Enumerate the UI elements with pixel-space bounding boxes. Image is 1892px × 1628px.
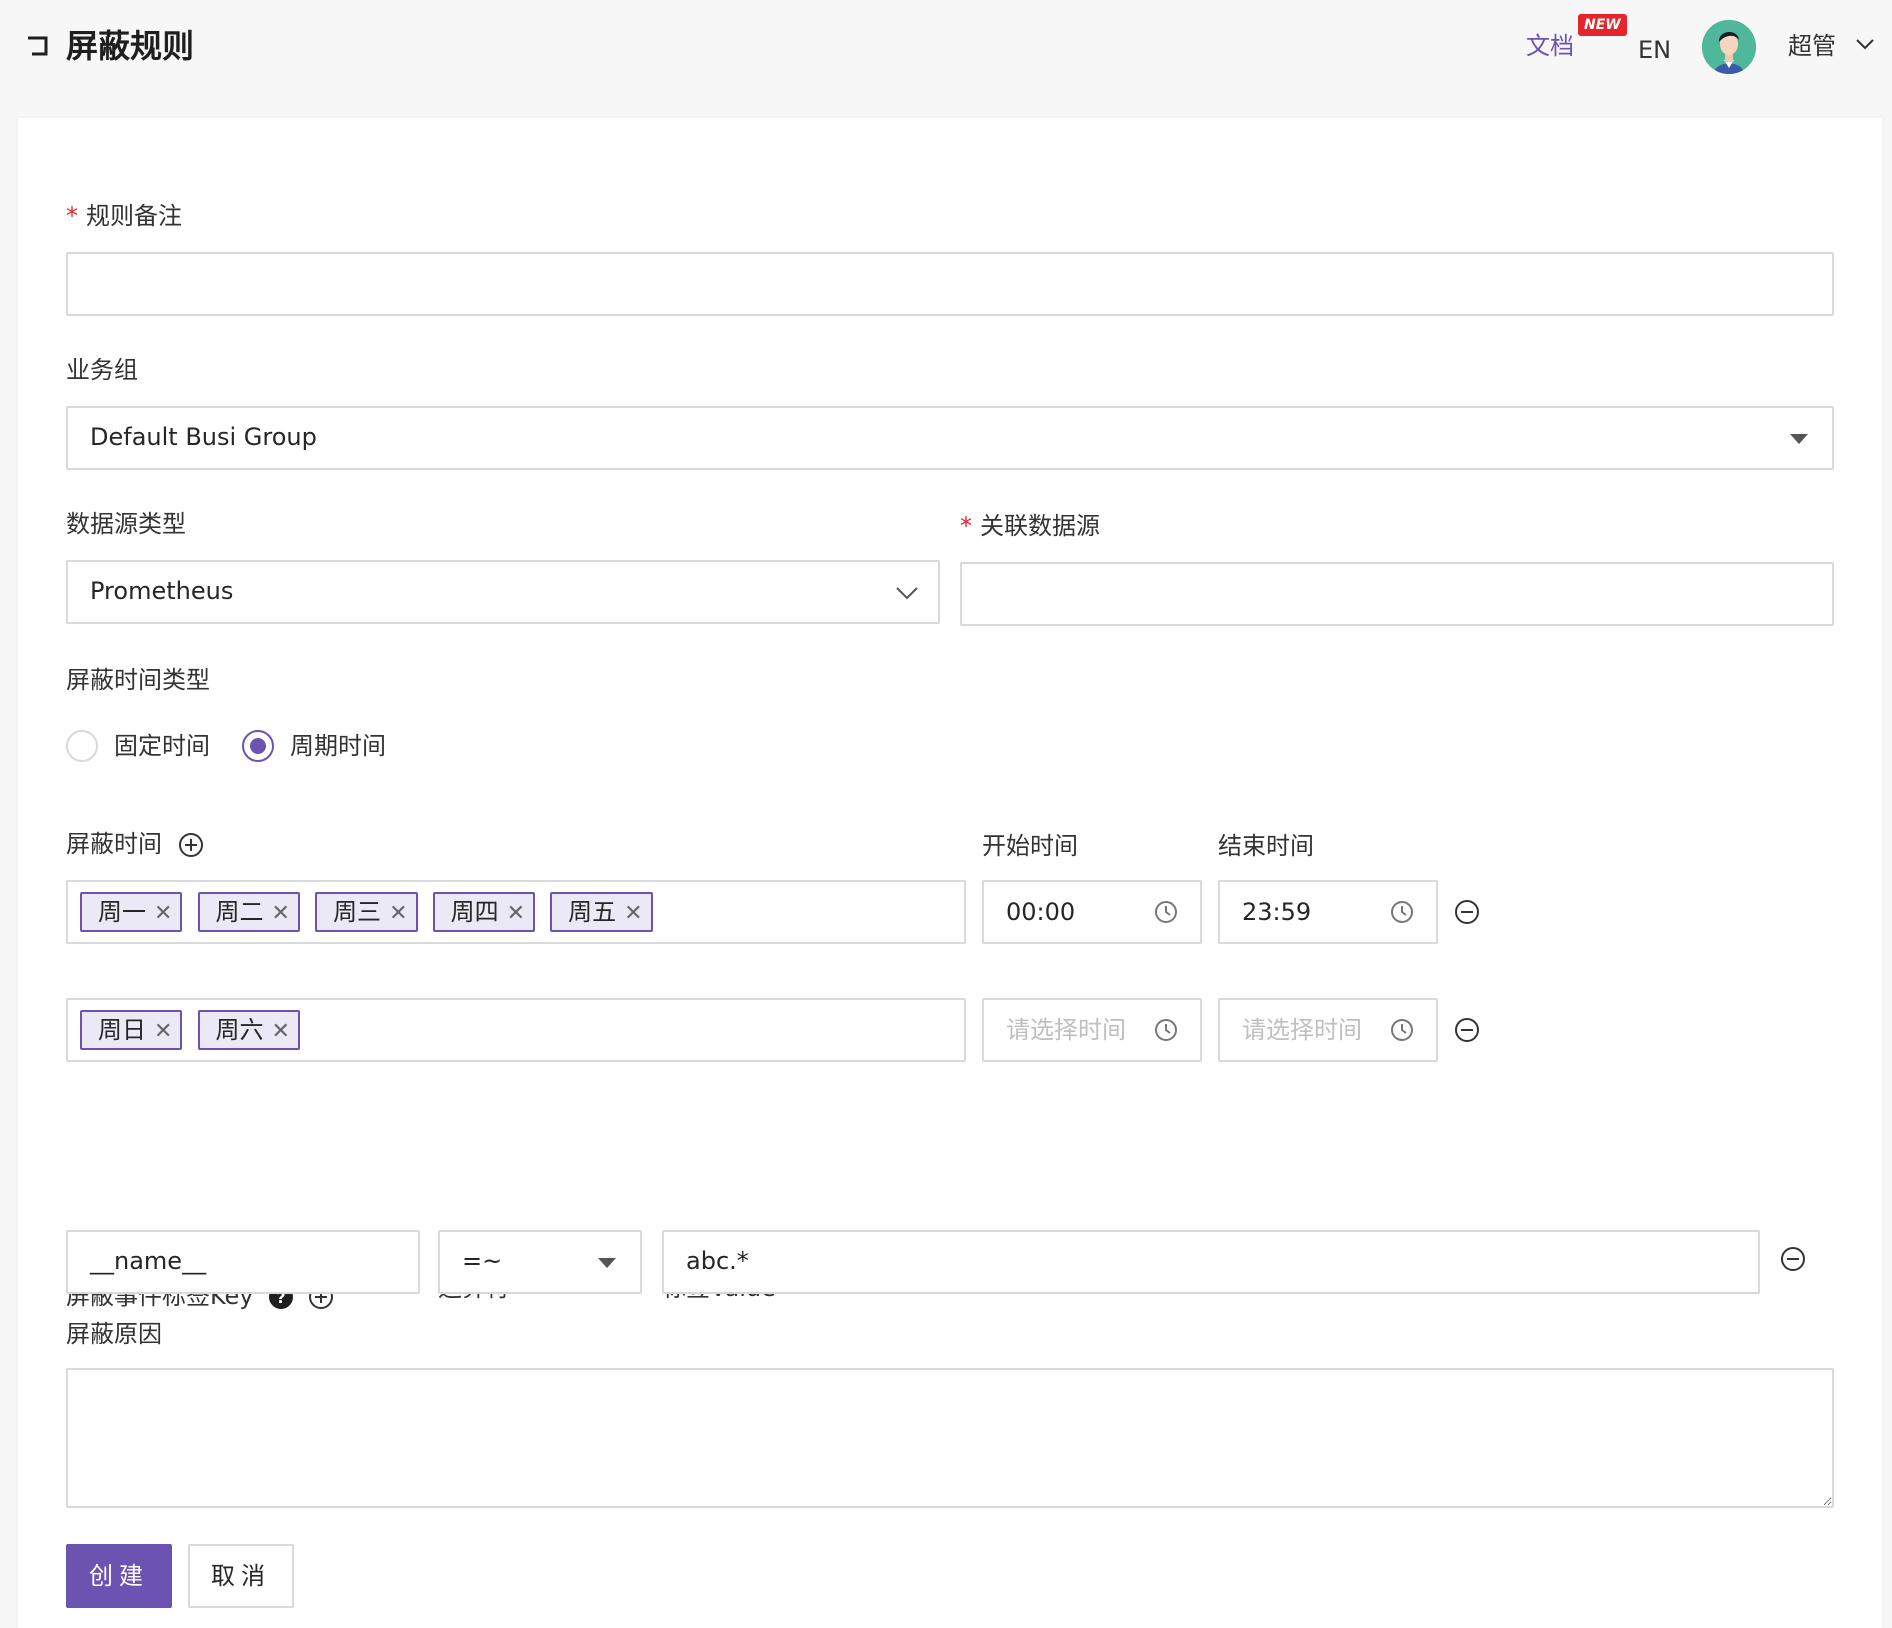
clock-icon [1391, 1019, 1413, 1041]
end-time-input[interactable]: 23:59 [1218, 880, 1438, 944]
minus-circle-icon[interactable] [1780, 1246, 1806, 1272]
end-time-placeholder: 请选择时间 [1242, 1016, 1362, 1044]
chevron-down-icon[interactable] [1856, 38, 1874, 50]
busi-group-label: 业务组 [66, 356, 138, 384]
weekday-select[interactable]: 周日 ✕ 周六 ✕ [66, 998, 966, 1062]
required-mark: * [66, 202, 78, 230]
time-type-label: 屏蔽时间类型 [66, 666, 210, 694]
operator-select[interactable]: =~ [438, 1230, 642, 1294]
minus-circle-icon[interactable] [1454, 1017, 1480, 1043]
end-time-label: 结束时间 [1218, 832, 1314, 860]
weekday-select[interactable]: 周一 ✕ 周二 ✕ 周三 ✕ 周四 ✕ 周五 ✕ [66, 880, 966, 944]
page-title: 屏蔽规则 [66, 27, 195, 65]
radio-fixed-time-label[interactable]: 固定时间 [114, 730, 210, 762]
language-switch[interactable]: EN [1638, 34, 1671, 66]
chevron-down-icon [896, 587, 918, 600]
start-time-placeholder: 请选择时间 [1006, 1016, 1126, 1044]
close-icon[interactable]: ✕ [154, 1014, 172, 1050]
close-icon[interactable]: ✕ [272, 1014, 290, 1050]
day-tag: 周五 ✕ [550, 892, 653, 932]
close-icon[interactable]: ✕ [624, 896, 642, 932]
tag-value-input[interactable]: abc.* [662, 1230, 1760, 1294]
radio-periodic-time-label[interactable]: 周期时间 [290, 730, 386, 762]
cause-label: 屏蔽原因 [66, 1320, 162, 1348]
tag-key-input[interactable]: __name__ [66, 1230, 420, 1294]
caret-down-icon [598, 1258, 616, 1268]
datasource-type-label: 数据源类型 [66, 510, 186, 538]
close-icon[interactable]: ✕ [507, 896, 525, 932]
close-icon[interactable]: ✕ [389, 896, 407, 932]
form-card: * 规则备注 业务组 Default Busi Group 数据源类型 Prome… [18, 118, 1882, 1628]
clock-icon [1391, 901, 1413, 923]
user-name[interactable]: 超管 [1788, 30, 1836, 62]
new-badge: NEW [1578, 14, 1627, 36]
day-tag: 周日 ✕ [80, 1010, 183, 1050]
datasource-select[interactable] [960, 562, 1834, 626]
user-avatar[interactable] [1702, 20, 1756, 74]
cancel-button[interactable]: 取消 [188, 1544, 294, 1608]
day-tag: 周六 ✕ [197, 1010, 300, 1050]
busi-group-value: Default Busi Group [90, 423, 317, 451]
create-button[interactable]: 创建 [66, 1544, 172, 1608]
datasource-type-select[interactable]: Prometheus [66, 560, 940, 624]
back-icon[interactable] [26, 34, 52, 58]
start-time-input[interactable]: 请选择时间 [982, 998, 1202, 1062]
required-mark: * [960, 512, 972, 540]
datasource-label: * 关联数据源 [960, 512, 1100, 540]
end-time-input[interactable]: 请选择时间 [1218, 998, 1438, 1062]
day-tag: 周二 ✕ [197, 892, 300, 932]
start-time-label: 开始时间 [982, 832, 1078, 860]
day-tag: 周四 ✕ [432, 892, 536, 932]
remark-label: * 规则备注 [66, 202, 182, 230]
minus-circle-icon[interactable] [1454, 899, 1480, 925]
remark-input[interactable] [66, 252, 1834, 316]
mute-time-label: 屏蔽时间 [66, 830, 162, 858]
close-icon[interactable]: ✕ [154, 896, 172, 932]
caret-down-icon [1790, 434, 1808, 444]
end-time-value: 23:59 [1242, 898, 1312, 926]
clock-icon [1155, 901, 1177, 923]
close-icon[interactable]: ✕ [272, 896, 290, 932]
plus-circle-icon[interactable] [178, 832, 204, 858]
operator-value: =~ [462, 1247, 503, 1275]
day-tag: 周一 ✕ [80, 892, 183, 932]
radio-fixed-time[interactable] [66, 730, 98, 762]
datasource-type-value: Prometheus [90, 577, 234, 605]
radio-periodic-time[interactable] [242, 730, 274, 762]
cause-textarea[interactable] [66, 1368, 1834, 1508]
top-header: 屏蔽规则 文档 NEW EN 超管 [0, 0, 1892, 100]
clock-icon [1155, 1019, 1177, 1041]
day-tag: 周三 ✕ [315, 892, 418, 932]
start-time-value: 00:00 [1006, 898, 1076, 926]
docs-link[interactable]: 文档 [1526, 30, 1574, 62]
busi-group-select[interactable]: Default Busi Group [66, 406, 1834, 470]
start-time-input[interactable]: 00:00 [982, 880, 1202, 944]
